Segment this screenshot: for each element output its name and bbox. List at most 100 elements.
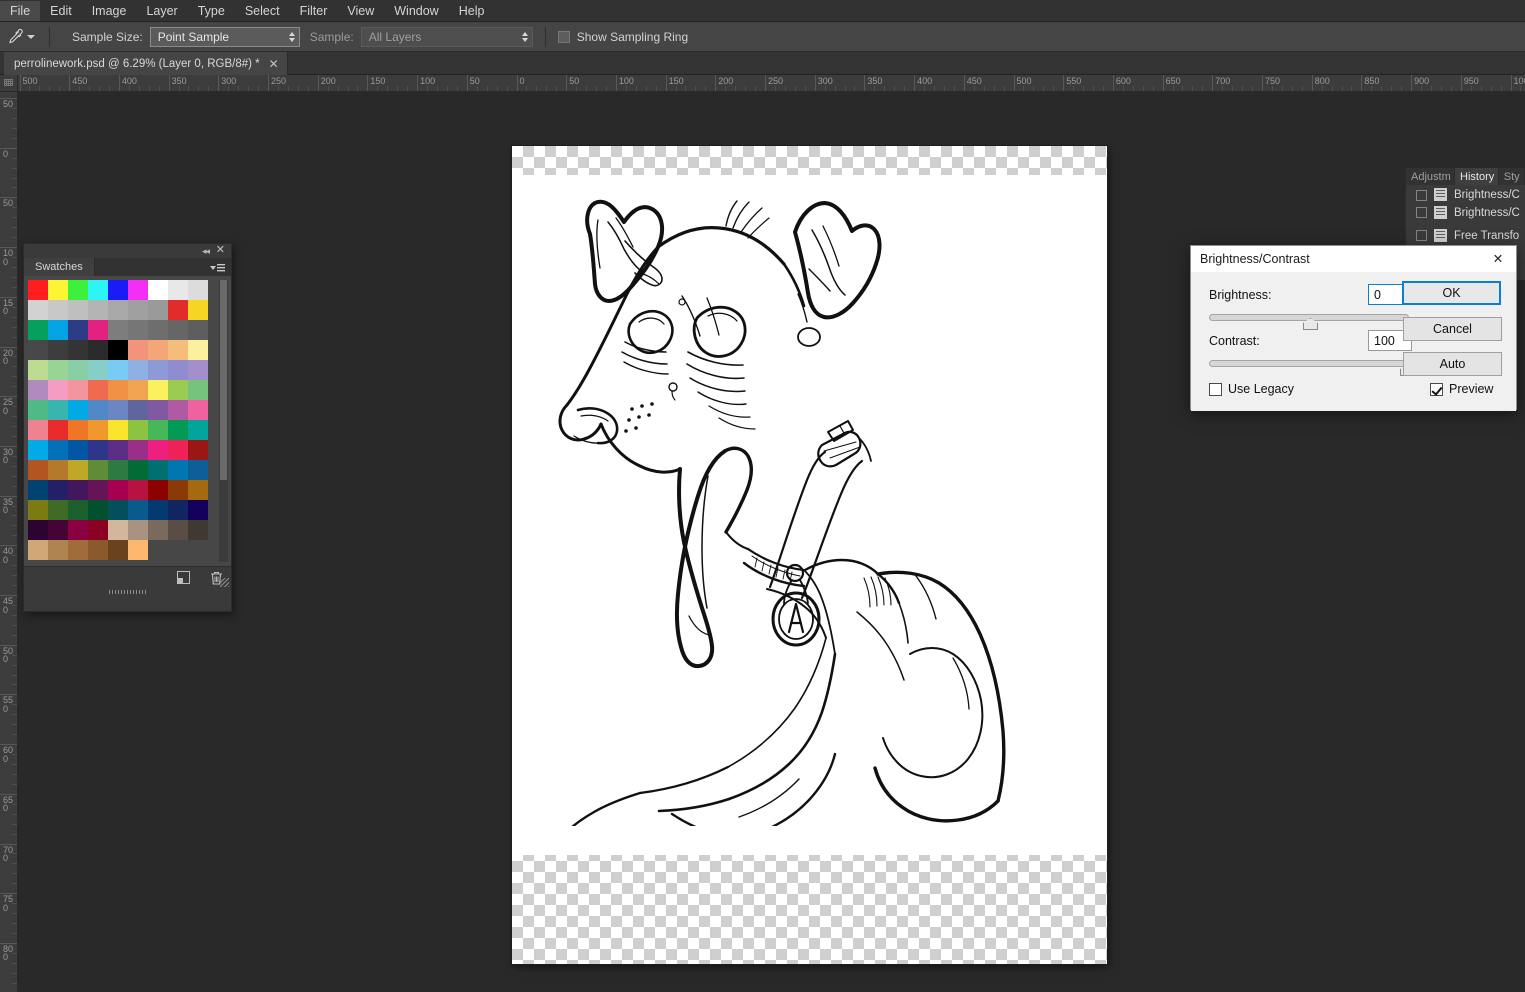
brightness-contrast-dialog[interactable]: Brightness/Contrast ✕ Brightness: 0 Cont… [1190,245,1517,411]
history-item[interactable]: Brightness/C [1406,187,1525,201]
swatch-110[interactable] [68,520,88,540]
swatch-30[interactable] [88,340,108,360]
canvas-area[interactable] [18,92,1525,992]
swatch-35[interactable] [188,340,208,360]
ok-button[interactable]: OK [1402,281,1501,305]
swatch-12[interactable] [88,300,108,320]
swatch-34[interactable] [168,340,188,360]
swatch-23[interactable] [128,320,148,340]
swatch-16[interactable] [168,300,188,320]
history-item[interactable]: Brightness/C [1406,201,1525,224]
swatch-26[interactable] [188,320,208,340]
history-list[interactable]: Brightness/C Brightness/C Free Transfo [1406,185,1525,247]
tab-history[interactable]: History [1455,168,1499,185]
sample-size-select[interactable]: Point Sample [149,26,300,47]
swatch-90[interactable] [28,480,48,500]
swatches-panel[interactable]: ◂◂ ✕ Swatches [23,243,232,612]
close-icon[interactable]: ✕ [1480,246,1516,272]
swatch-85[interactable] [108,460,128,480]
swatch-6[interactable] [148,280,168,300]
swatch-70[interactable] [168,420,188,440]
swatch-109[interactable] [48,520,68,540]
resize-grip-icon[interactable] [220,578,229,587]
swatch-80[interactable] [188,440,208,460]
swatch-97[interactable] [168,480,188,500]
vertical-ruler[interactable]: 50 0 50 100 150 200 250 300 350 400 450 500 550 600 65… [0,92,18,992]
menu-item-filter[interactable]: Filter [290,1,338,21]
swatches-bottom-rail[interactable] [24,588,231,596]
swatch-59[interactable] [128,400,148,420]
swatch-89[interactable] [188,460,208,480]
swatch-63[interactable] [28,420,48,440]
swatch-79[interactable] [168,440,188,460]
swatch-88[interactable] [168,460,188,480]
swatch-67[interactable] [108,420,128,440]
close-icon[interactable]: ✕ [269,58,279,70]
swatch-10[interactable] [48,300,68,320]
swatch-121[interactable] [108,540,128,560]
new-swatch-icon[interactable] [177,571,190,584]
swatch-24[interactable] [148,320,168,340]
swatch-115[interactable] [168,520,188,540]
swatch-28[interactable] [48,340,68,360]
horizontal-ruler[interactable]: 500 450 400 350 300 250 200 150 100 50 0 50 100 150 20… [18,75,1525,92]
show-sampling-ring-row[interactable]: Show Sampling Ring [557,30,688,44]
swatch-74[interactable] [68,440,88,460]
swatch-94[interactable] [108,480,128,500]
tab-adjustments[interactable]: Adjustm [1406,168,1456,185]
swatch-8[interactable] [188,280,208,300]
ruler-origin-corner[interactable] [0,75,18,92]
show-sampling-ring-checkbox[interactable] [557,30,570,43]
close-icon[interactable]: ✕ [216,245,225,256]
swatch-1[interactable] [48,280,68,300]
tab-styles[interactable]: Sty [1499,168,1525,185]
auto-button[interactable]: Auto [1403,352,1502,376]
swatch-51[interactable] [148,380,168,400]
swatch-75[interactable] [88,440,108,460]
swatch-65[interactable] [68,420,88,440]
swatch-17[interactable] [188,300,208,320]
swatch-27[interactable] [28,340,48,360]
swatch-25[interactable] [168,320,188,340]
swatch-77[interactable] [128,440,148,460]
menu-item-file[interactable]: File [0,0,41,21]
swatch-50[interactable] [128,380,148,400]
history-item[interactable]: Free Transfo [1406,224,1525,247]
swatch-122[interactable] [128,540,148,560]
swatch-2[interactable] [68,280,88,300]
swatch-18[interactable] [28,320,48,340]
active-tool-group[interactable] [4,27,37,47]
swatch-20[interactable] [68,320,88,340]
swatch-47[interactable] [68,380,88,400]
preview-row[interactable]: Preview [1430,382,1493,396]
swatch-73[interactable] [48,440,68,460]
swatches-scrollbar[interactable] [219,280,228,562]
swatch-49[interactable] [108,380,128,400]
swatch-29[interactable] [68,340,88,360]
swatch-14[interactable] [128,300,148,320]
history-snapshot-checkbox[interactable] [1416,190,1427,201]
cancel-button[interactable]: Cancel [1403,317,1502,341]
swatch-99[interactable] [28,500,48,520]
swatch-21[interactable] [88,320,108,340]
swatch-48[interactable] [88,380,108,400]
swatch-100[interactable] [48,500,68,520]
swatch-13[interactable] [108,300,128,320]
menu-item-edit[interactable]: Edit [40,1,82,21]
swatch-37[interactable] [48,360,68,380]
swatch-43[interactable] [168,360,188,380]
collapse-icon[interactable]: ◂◂ [202,246,210,257]
swatch-44[interactable] [188,360,208,380]
document-canvas[interactable] [512,146,1107,964]
swatch-104[interactable] [128,500,148,520]
swatch-91[interactable] [48,480,68,500]
tab-swatches[interactable]: Swatches [24,258,95,276]
swatch-0[interactable] [28,280,48,300]
swatch-108[interactable] [28,520,48,540]
swatch-39[interactable] [88,360,108,380]
history-snapshot-checkbox[interactable] [1416,230,1427,241]
menu-item-layer[interactable]: Layer [136,1,187,21]
history-snapshot-checkbox[interactable] [1416,207,1427,218]
swatch-120[interactable] [88,540,108,560]
swatch-112[interactable] [108,520,128,540]
